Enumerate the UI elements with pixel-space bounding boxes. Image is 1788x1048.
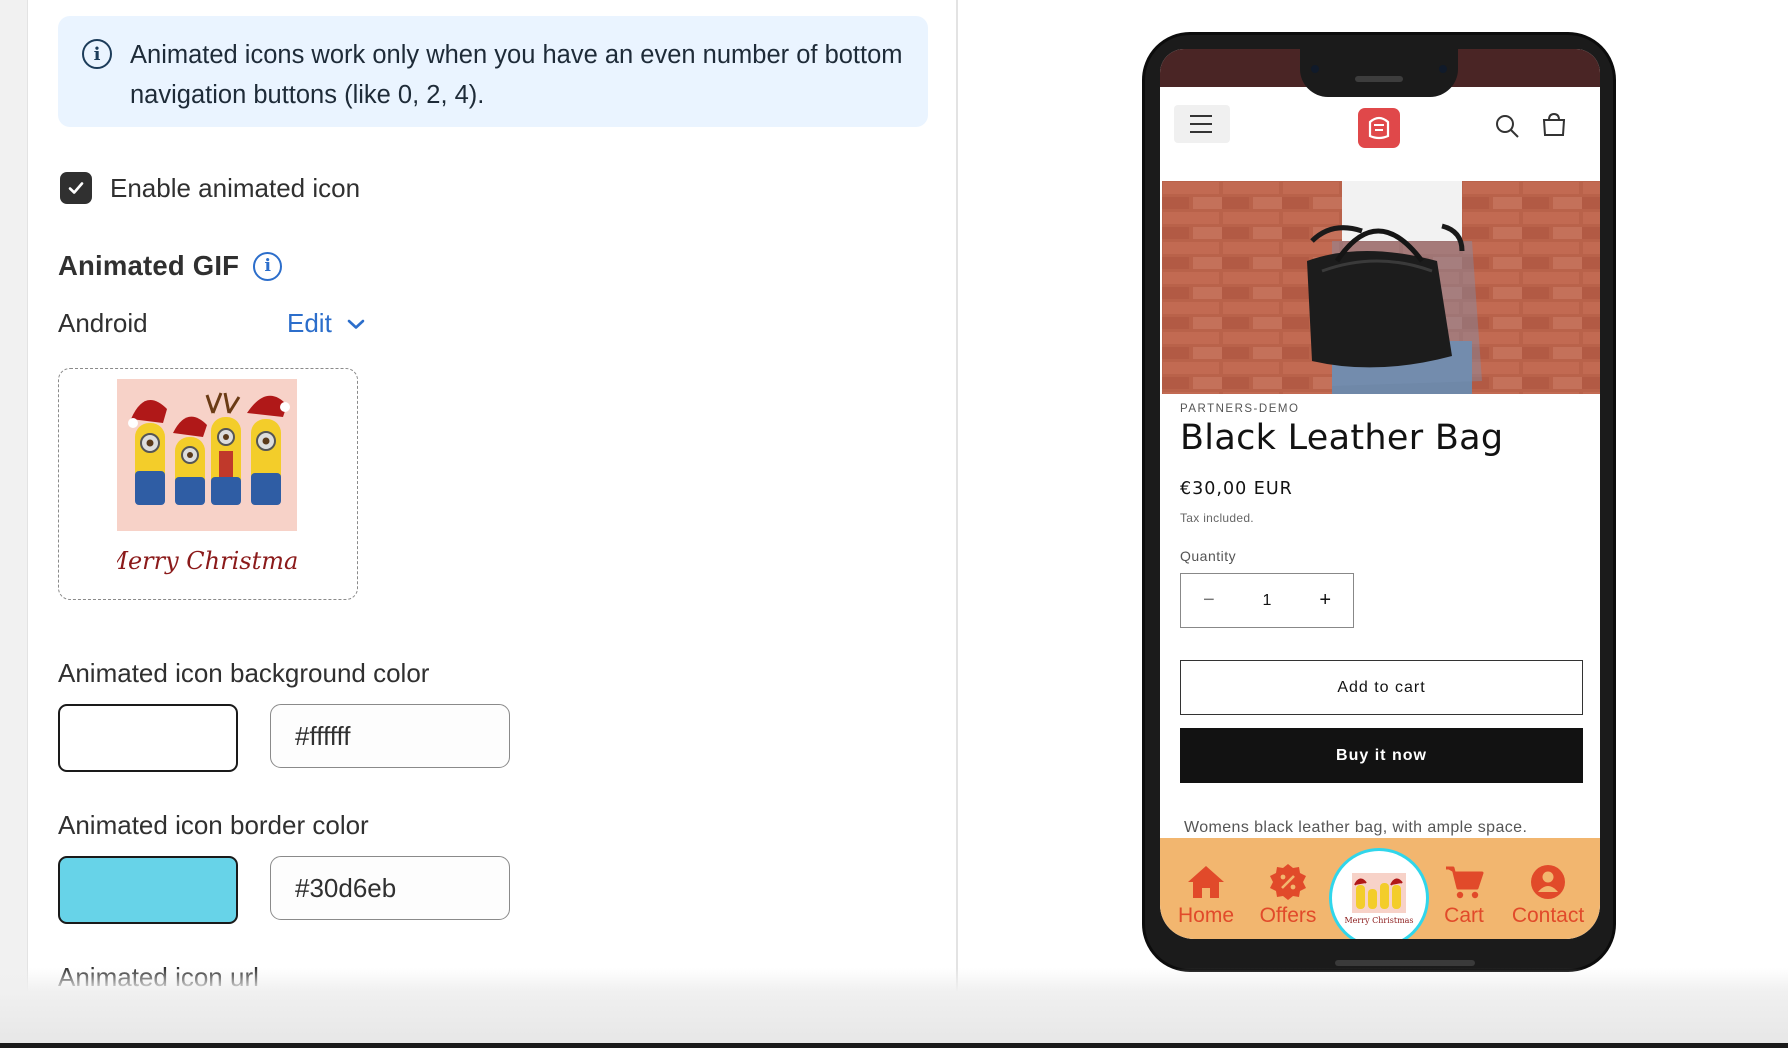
merry-christmas-gif-thumbnail: Merry Christmas — [1344, 873, 1414, 925]
border-color-hex-input[interactable]: #30d6eb — [270, 856, 510, 920]
left-gutter — [0, 0, 28, 1048]
nav-home[interactable]: Home — [1168, 838, 1244, 928]
edit-label: Edit — [287, 308, 332, 338]
cart-bag-icon[interactable] — [1540, 111, 1568, 139]
bottom-navigation: Home Offers Merry Christmas Cart Contact — [1160, 838, 1600, 939]
chevron-down-icon — [347, 319, 365, 329]
product-vendor: PARTNERS-DEMO — [1180, 403, 1300, 415]
buy-now-button[interactable]: Buy it now — [1180, 728, 1583, 783]
enable-animated-icon-row[interactable]: Enable animated icon — [60, 172, 360, 204]
animated-gif-heading: Animated GIF i — [58, 250, 283, 282]
settings-panel: i Animated icons work only when you have… — [28, 0, 958, 1048]
tax-note: Tax included. — [1180, 511, 1254, 525]
phone-screen: PARTNERS-DEMO Black Leather Bag €30,00 E… — [1160, 49, 1600, 939]
border-color-label: Animated icon border color — [58, 810, 369, 840]
platform-label: Android — [58, 308, 148, 338]
home-indicator — [1335, 960, 1475, 966]
quantity-label: Quantity — [1180, 548, 1237, 564]
home-icon — [1188, 866, 1224, 898]
phone-notch — [1300, 45, 1458, 97]
plus-button[interactable]: + — [1319, 589, 1331, 612]
border-color-swatch[interactable] — [58, 856, 238, 924]
enable-animated-icon-checkbox[interactable] — [60, 172, 92, 204]
url-input[interactable]: / — [58, 1008, 928, 1048]
info-banner-text: Animated icons work only when you have a… — [130, 41, 903, 109]
shopping-cart-icon — [1446, 866, 1484, 899]
info-icon[interactable]: i — [253, 251, 283, 281]
bg-color-hex-input[interactable]: #ffffff — [270, 704, 510, 768]
edit-dropdown[interactable]: Edit — [287, 308, 366, 339]
enable-animated-icon-label: Enable animated icon — [110, 172, 361, 203]
animated-gif-title: Animated GIF — [58, 250, 240, 281]
nav-offers[interactable]: Offers — [1250, 838, 1326, 928]
info-icon: i — [82, 39, 112, 69]
platform-row: Android Edit — [58, 308, 458, 339]
nav-offers-label: Offers — [1259, 904, 1317, 927]
nav-contact[interactable]: Contact — [1506, 838, 1590, 928]
phone-speaker — [1355, 76, 1403, 82]
bg-color-label: Animated icon background color — [58, 658, 430, 688]
checkmark-icon — [68, 182, 84, 194]
gif-caption: Merry Christmas — [117, 547, 297, 575]
window-bottom-edge — [0, 1043, 1788, 1048]
user-profile-icon — [1531, 865, 1565, 899]
minus-button[interactable]: − — [1203, 589, 1215, 612]
discount-badge-icon — [1270, 864, 1306, 900]
product-image — [1162, 181, 1600, 394]
nav-animated-icon[interactable]: Merry Christmas — [1329, 848, 1429, 939]
bg-color-swatch[interactable] — [58, 704, 238, 772]
shop-logo[interactable] — [1358, 108, 1400, 148]
nav-contact-label: Contact — [1511, 904, 1585, 927]
add-to-cart-button[interactable]: Add to cart — [1180, 660, 1583, 715]
center-caption: Merry Christmas — [1344, 916, 1413, 925]
merry-christmas-gif-image: Merry Christmas — [117, 379, 297, 587]
url-label: Animated icon url — [58, 962, 259, 992]
store-logo-icon — [1368, 116, 1390, 140]
gif-preview-dropzone[interactable]: Merry Christmas — [58, 368, 358, 600]
quantity-value[interactable]: 1 — [1263, 592, 1272, 610]
product-price: €30,00 EUR — [1180, 479, 1293, 499]
shop-header — [1160, 87, 1600, 179]
front-camera — [1311, 65, 1319, 73]
front-sensor — [1439, 65, 1447, 73]
product-title: Black Leather Bag — [1180, 418, 1504, 458]
nav-cart-label: Cart — [1444, 904, 1484, 927]
menu-icon[interactable] — [1174, 105, 1230, 143]
product-description: Womens black leather bag, with ample spa… — [1184, 819, 1528, 836]
nav-home-label: Home — [1177, 904, 1235, 927]
info-banner: i Animated icons work only when you have… — [58, 16, 928, 127]
search-icon[interactable] — [1494, 113, 1520, 139]
nav-cart[interactable]: Cart — [1432, 838, 1496, 928]
quantity-stepper[interactable]: − 1 + — [1180, 573, 1354, 628]
phone-mockup: PARTNERS-DEMO Black Leather Bag €30,00 E… — [1142, 32, 1616, 972]
